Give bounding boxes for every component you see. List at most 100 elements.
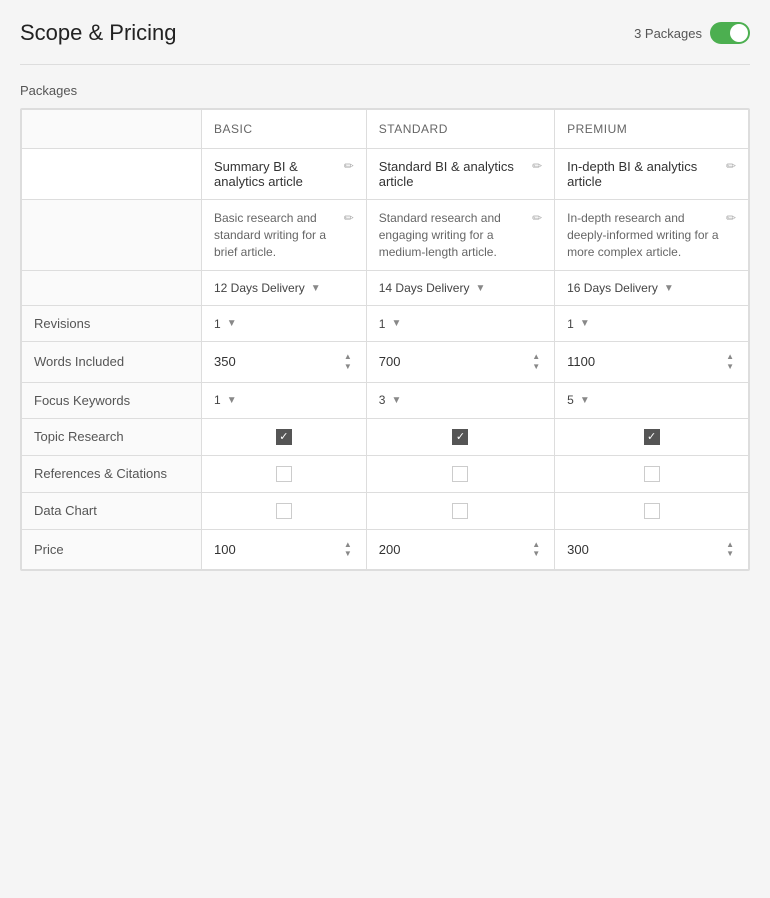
standard-references-checkbox[interactable]	[379, 466, 542, 482]
standard-references-cell	[366, 455, 554, 492]
premium-revisions-select[interactable]: 1 ▼	[567, 317, 736, 331]
premium-price-cell: 300 ▲ ▼	[555, 529, 749, 569]
premium-words-spinner-buttons[interactable]: ▲ ▼	[724, 352, 736, 371]
standard-price-up[interactable]: ▲	[530, 540, 542, 550]
col-premium-header: PREMIUM	[555, 110, 749, 149]
basic-title-edit-icon[interactable]: ✏	[344, 159, 354, 173]
premium-words-value: 1100	[567, 354, 595, 369]
standard-price-spinner-buttons[interactable]: ▲ ▼	[530, 540, 542, 559]
standard-words-down[interactable]: ▼	[530, 362, 542, 372]
premium-revisions-value: 1	[567, 317, 574, 331]
title-row-label-empty	[22, 149, 202, 200]
premium-topic-research-checked: ✓	[644, 429, 660, 445]
standard-title-cell: Standard BI & analytics article ✏	[366, 149, 554, 200]
package-title-row: Summary BI & analytics article ✏ Standar…	[22, 149, 749, 200]
page-title: Scope & Pricing	[20, 20, 177, 46]
basic-topic-research-checkbox[interactable]: ✓	[214, 429, 354, 445]
standard-data-chart-checkbox[interactable]	[379, 503, 542, 519]
basic-references-unchecked	[276, 466, 292, 482]
delivery-row-label-empty	[22, 271, 202, 306]
basic-keywords-arrow: ▼	[227, 395, 237, 406]
toggle-knob	[730, 24, 748, 42]
standard-keywords-value: 3	[379, 393, 386, 407]
premium-price-up[interactable]: ▲	[724, 540, 736, 550]
basic-delivery-select[interactable]: 12 Days Delivery ▼	[214, 281, 354, 295]
basic-words-value: 350	[214, 354, 236, 369]
standard-revisions-cell: 1 ▼	[366, 306, 554, 342]
premium-topic-research-checkbox[interactable]: ✓	[567, 429, 736, 445]
standard-topic-research-checked: ✓	[452, 429, 468, 445]
basic-desc-edit-icon[interactable]: ✏	[344, 210, 354, 227]
basic-words-up[interactable]: ▲	[342, 352, 354, 362]
premium-price-value: 300	[567, 542, 589, 557]
standard-price-cell: 200 ▲ ▼	[366, 529, 554, 569]
standard-revisions-value: 1	[379, 317, 386, 331]
premium-delivery-arrow: ▼	[664, 283, 674, 294]
premium-data-chart-checkbox[interactable]	[567, 503, 736, 519]
basic-keywords-select[interactable]: 1 ▼	[214, 393, 354, 407]
references-label: References & Citations	[22, 455, 202, 492]
premium-keywords-arrow: ▼	[580, 395, 590, 406]
standard-keywords-select[interactable]: 3 ▼	[379, 393, 542, 407]
premium-price-spinner-buttons[interactable]: ▲ ▼	[724, 540, 736, 559]
premium-keywords-select[interactable]: 5 ▼	[567, 393, 736, 407]
premium-title-edit-icon[interactable]: ✏	[726, 159, 736, 173]
standard-delivery-select[interactable]: 14 Days Delivery ▼	[379, 281, 542, 295]
premium-price-spinner: 300 ▲ ▼	[567, 540, 736, 559]
focus-keywords-row: Focus Keywords 1 ▼ 3 ▼ 5	[22, 382, 749, 418]
standard-words-cell: 700 ▲ ▼	[366, 342, 554, 382]
basic-references-checkbox[interactable]	[214, 466, 354, 482]
basic-words-cell: 350 ▲ ▼	[202, 342, 367, 382]
premium-delivery-select[interactable]: 16 Days Delivery ▼	[567, 281, 736, 295]
packages-toggle-container: 3 Packages	[634, 22, 750, 44]
basic-delivery-cell: 12 Days Delivery ▼	[202, 271, 367, 306]
basic-price-up[interactable]: ▲	[342, 540, 354, 550]
premium-desc-cell: In-depth research and deeply-informed wr…	[555, 200, 749, 271]
premium-references-checkbox[interactable]	[567, 466, 736, 482]
words-included-row: Words Included 350 ▲ ▼ 700	[22, 342, 749, 382]
header-divider	[20, 64, 750, 65]
packages-toggle-label: 3 Packages	[634, 26, 702, 41]
standard-price-down[interactable]: ▼	[530, 549, 542, 559]
basic-desc-wrapper: Basic research and standard writing for …	[214, 210, 354, 260]
premium-revisions-arrow: ▼	[580, 318, 590, 329]
revisions-label: Revisions	[22, 306, 202, 342]
premium-title-cell: In-depth BI & analytics article ✏	[555, 149, 749, 200]
standard-words-up[interactable]: ▲	[530, 352, 542, 362]
basic-price-spinner-buttons[interactable]: ▲ ▼	[342, 540, 354, 559]
section-label: Packages	[20, 83, 750, 98]
standard-data-chart-cell	[366, 492, 554, 529]
standard-title-edit-icon[interactable]: ✏	[532, 159, 542, 173]
basic-data-chart-checkbox[interactable]	[214, 503, 354, 519]
topic-research-row: Topic Research ✓ ✓ ✓	[22, 418, 749, 455]
header-empty-cell	[22, 110, 202, 149]
basic-words-spinner-buttons[interactable]: ▲ ▼	[342, 352, 354, 371]
basic-data-chart-unchecked	[276, 503, 292, 519]
premium-words-up[interactable]: ▲	[724, 352, 736, 362]
standard-topic-research-checkbox[interactable]: ✓	[379, 429, 542, 445]
basic-words-down[interactable]: ▼	[342, 362, 354, 372]
basic-revisions-select[interactable]: 1 ▼	[214, 317, 354, 331]
packages-toggle-switch[interactable]	[710, 22, 750, 44]
price-row: Price 100 ▲ ▼ 200 ▲	[22, 529, 749, 569]
basic-keywords-value: 1	[214, 393, 221, 407]
page: Scope & Pricing 3 Packages Packages BASI…	[0, 0, 770, 898]
premium-price-down[interactable]: ▼	[724, 549, 736, 559]
standard-desc-cell: Standard research and engaging writing f…	[366, 200, 554, 271]
standard-words-value: 700	[379, 354, 401, 369]
premium-data-chart-cell	[555, 492, 749, 529]
standard-desc-edit-icon[interactable]: ✏	[532, 210, 542, 227]
basic-words-spinner: 350 ▲ ▼	[214, 352, 354, 371]
header: Scope & Pricing 3 Packages	[20, 20, 750, 46]
data-chart-row: Data Chart	[22, 492, 749, 529]
premium-desc-edit-icon[interactable]: ✏	[726, 210, 736, 227]
standard-words-spinner-buttons[interactable]: ▲ ▼	[530, 352, 542, 371]
premium-references-cell	[555, 455, 749, 492]
basic-price-down[interactable]: ▼	[342, 549, 354, 559]
standard-revisions-select[interactable]: 1 ▼	[379, 317, 542, 331]
premium-words-down[interactable]: ▼	[724, 362, 736, 372]
standard-data-chart-unchecked	[452, 503, 468, 519]
basic-price-cell: 100 ▲ ▼	[202, 529, 367, 569]
col-basic-header: BASIC	[202, 110, 367, 149]
premium-words-cell: 1100 ▲ ▼	[555, 342, 749, 382]
